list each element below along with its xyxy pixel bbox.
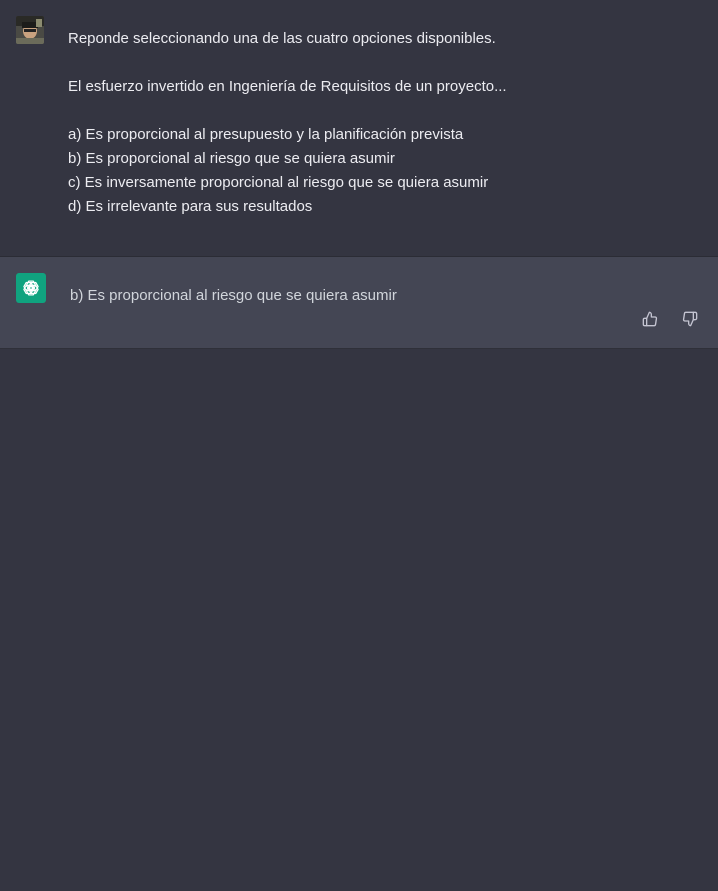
user-message-text: Reponde seleccionando una de las cuatro … bbox=[68, 27, 688, 219]
user-message-spacer bbox=[68, 51, 688, 75]
chat-page: Reponde seleccionando una de las cuatro … bbox=[0, 0, 718, 891]
user-message-line: El esfuerzo invertido en Ingeniería de R… bbox=[68, 78, 507, 95]
user-avatar-photo bbox=[16, 16, 44, 44]
option-c: c) Es inversamente proporcional al riesg… bbox=[68, 174, 489, 191]
user-message: Reponde seleccionando una de las cuatro … bbox=[0, 0, 718, 257]
assistant-message: b) Es proporcional al riesgo que se quie… bbox=[0, 257, 718, 349]
option-b: b) Es proporcional al riesgo que se quie… bbox=[68, 150, 395, 167]
openai-logo-icon bbox=[16, 273, 46, 303]
user-message-spacer bbox=[68, 99, 688, 123]
user-avatar bbox=[16, 16, 44, 44]
thumbs-up-button[interactable] bbox=[640, 309, 660, 329]
option-a: a) Es proporcional al presupuesto y la p… bbox=[68, 126, 464, 143]
thumbs-down-icon bbox=[682, 311, 698, 327]
option-d: d) Es irrelevante para sus resultados bbox=[68, 198, 313, 215]
user-message-line: Reponde seleccionando una de las cuatro … bbox=[68, 30, 496, 47]
thumbs-up-icon bbox=[642, 311, 658, 327]
assistant-message-text: b) Es proporcional al riesgo que se quie… bbox=[70, 287, 397, 304]
thumbs-down-button[interactable] bbox=[680, 309, 700, 329]
